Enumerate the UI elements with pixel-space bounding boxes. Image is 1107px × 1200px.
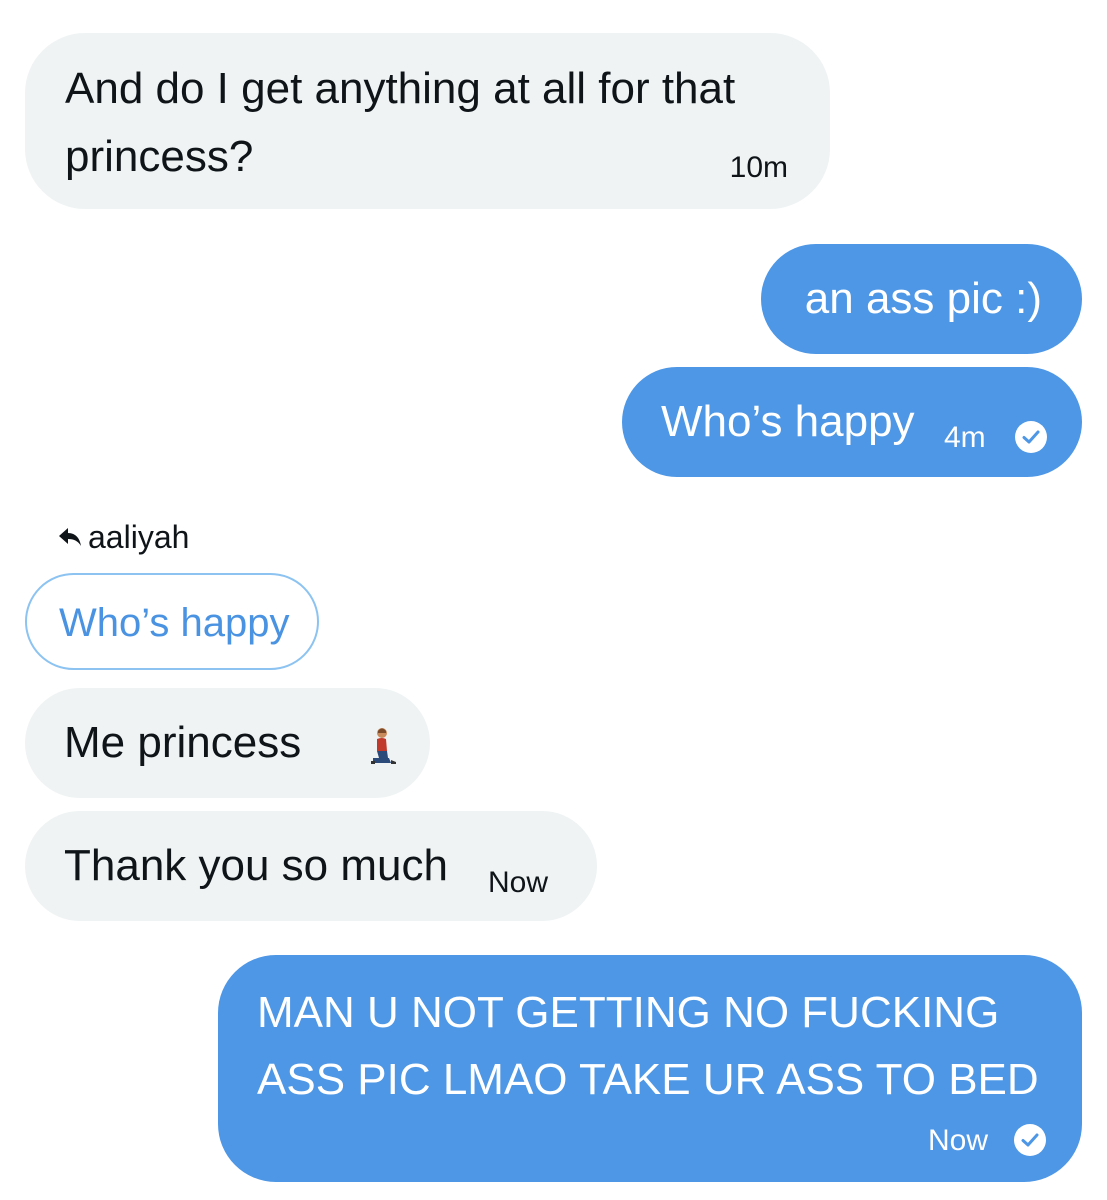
message-bubble-outgoing[interactable]: an ass pic :)	[761, 244, 1082, 354]
message-text: Who’s happy	[661, 397, 915, 446]
message-text: And do I get anything at all for that pr…	[65, 64, 736, 181]
message-text: Me princess	[64, 718, 302, 767]
message-timestamp: 10m	[729, 151, 788, 184]
message-text: an ass pic :)	[804, 274, 1042, 323]
person-kneeling-icon	[371, 728, 396, 764]
reply-arrow-icon	[59, 527, 81, 546]
quoted-message[interactable]: Who’s happy	[25, 573, 319, 670]
quoted-text: Who’s happy	[59, 601, 290, 645]
message-bubble-outgoing[interactable]: Who’s happy 4m	[622, 367, 1082, 477]
message-timestamp: 4m	[944, 421, 986, 454]
message-text: MAN U NOT GETTING NO FUCKING ASS PIC LMA…	[257, 988, 1039, 1104]
reply-to-user: aaliyah	[88, 519, 190, 555]
message-bubble-incoming[interactable]: Me princess	[25, 688, 430, 798]
message-timestamp: Now	[488, 866, 549, 899]
message-timestamp: Now	[928, 1124, 989, 1157]
check-circle-icon	[1015, 421, 1047, 453]
message-text: Thank you so much	[64, 841, 448, 890]
reply-context: aaliyah	[58, 518, 189, 556]
message-bubble-outgoing[interactable]: MAN U NOT GETTING NO FUCKING ASS PIC LMA…	[218, 955, 1082, 1182]
message-bubble-incoming[interactable]: Thank you so much Now	[25, 811, 597, 921]
check-circle-icon	[1014, 1124, 1046, 1156]
message-bubble-incoming[interactable]: And do I get anything at all for that pr…	[25, 33, 830, 209]
